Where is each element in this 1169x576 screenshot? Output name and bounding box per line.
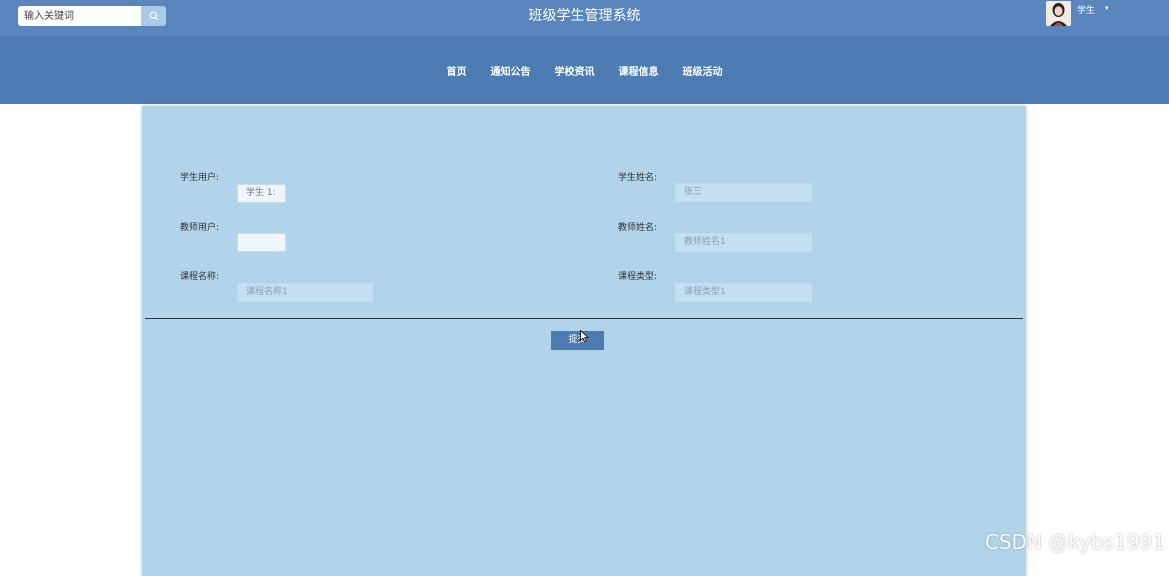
watermark: CSDN @kybs1991 bbox=[984, 530, 1165, 554]
site-title: 班级学生管理系统 bbox=[528, 8, 641, 24]
student-user-label: 学生用户: bbox=[180, 173, 220, 183]
avatar[interactable] bbox=[1046, 1, 1071, 26]
nav-item-course-info[interactable]: 课程信息 bbox=[619, 63, 659, 78]
mouse-cursor-icon bbox=[580, 330, 589, 343]
form-panel: 学生用户: 学生 1: 学生姓名: 张三 教师用户: 教师姓名: 教师姓名1 课… bbox=[142, 106, 1026, 576]
student-name-label: 学生姓名: bbox=[618, 173, 658, 183]
top-bar: 班级学生管理系统 学生 ▾ bbox=[0, 0, 1169, 36]
nav-item-school-news[interactable]: 学校资讯 bbox=[555, 63, 595, 78]
course-name-label: 课程名称: bbox=[180, 272, 220, 282]
teacher-name-label: 教师姓名: bbox=[618, 223, 658, 233]
nav-item-notices[interactable]: 通知公告 bbox=[491, 63, 531, 78]
teacher-user-field[interactable] bbox=[237, 233, 286, 252]
divider bbox=[145, 318, 1023, 319]
user-avatar-icon bbox=[1046, 1, 1071, 26]
chevron-down-icon[interactable]: ▾ bbox=[1105, 4, 1109, 12]
course-type-label: 课程类型: bbox=[618, 272, 658, 282]
teacher-name-field[interactable]: 教师姓名1 bbox=[675, 233, 812, 252]
nav-item-home[interactable]: 首页 bbox=[447, 63, 467, 78]
course-type-field[interactable]: 课程类型1 bbox=[675, 283, 812, 302]
nav-item-class-activities[interactable]: 班级活动 bbox=[683, 63, 723, 78]
submit-button[interactable]: 提交 bbox=[551, 331, 604, 350]
user-name[interactable]: 学生 bbox=[1077, 3, 1095, 16]
user-menu[interactable]: 学生 ▾ bbox=[1046, 1, 1109, 27]
student-name-field[interactable]: 张三 bbox=[675, 183, 812, 202]
course-name-field[interactable]: 课程名称1 bbox=[237, 283, 373, 302]
teacher-user-label: 教师用户: bbox=[180, 223, 220, 233]
student-user-field[interactable]: 学生 1: bbox=[237, 184, 286, 203]
main-nav: 首页 通知公告 学校资讯 课程信息 班级活动 bbox=[0, 36, 1169, 104]
